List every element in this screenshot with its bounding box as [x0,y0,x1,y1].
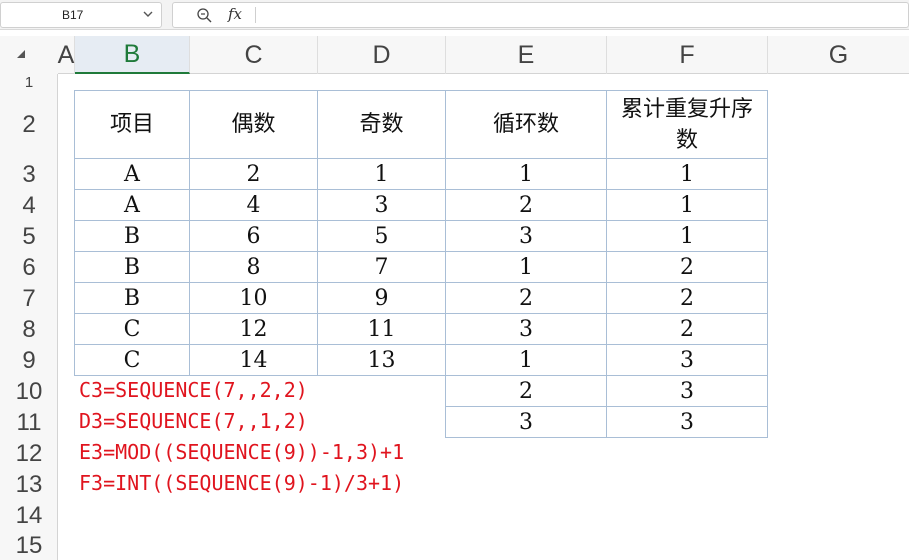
table-cell[interactable]: 4 [190,190,318,221]
row-header-13[interactable]: 13 [0,469,58,500]
header-cell-odd[interactable]: 奇数 [318,91,446,159]
formula-divider [255,7,256,23]
row-header-11[interactable]: 11 [0,407,58,438]
chevron-down-icon[interactable] [143,9,153,19]
table-cell[interactable]: 3 [446,314,607,345]
table-cell[interactable]: 12 [190,314,318,345]
column-header-f[interactable]: F [607,36,768,74]
table-cell[interactable]: 2 [446,190,607,221]
row-header-8[interactable]: 8 [0,314,58,345]
row-header-4[interactable]: 4 [0,190,58,221]
select-all-corner[interactable] [0,36,58,74]
formula-input[interactable] [172,2,909,28]
row-header-9[interactable]: 9 [0,345,58,376]
formula-note-e3[interactable]: E3=MOD((SEQUENCE(9))-1,3)+1 [79,440,404,464]
row-header-1[interactable]: 1 [0,74,58,91]
formula-note-c3[interactable]: C3=SEQUENCE(7,,2,2) [79,378,308,402]
table-cell[interactable]: 11 [318,314,446,345]
table-cell[interactable]: 3 [446,221,607,252]
table-cell[interactable]: B [75,283,190,314]
table-cell[interactable]: A [75,159,190,190]
table-cell[interactable]: 3 [607,345,768,376]
row-header-5[interactable]: 5 [0,221,58,252]
table-cell[interactable]: C [75,345,190,376]
column-header-e[interactable]: E [446,36,607,74]
table-cell[interactable]: 1 [446,252,607,283]
table-cell[interactable]: C [75,314,190,345]
table-cell[interactable]: 1 [607,221,768,252]
table-cell[interactable]: 2 [607,283,768,314]
formula-note-f3[interactable]: F3=INT((SEQUENCE(9)-1)/3+1) [79,471,404,495]
table-cell[interactable]: 10 [190,283,318,314]
table-cell[interactable]: 3 [318,190,446,221]
row-header-12[interactable]: 12 [0,438,58,469]
row-header-7[interactable]: 7 [0,283,58,314]
fx-icon[interactable]: fx [228,5,242,23]
table-cell[interactable]: 3 [607,376,768,407]
table-cell[interactable]: 13 [318,345,446,376]
row-header-10[interactable]: 10 [0,376,58,407]
row-header-14[interactable]: 14 [0,500,58,531]
table-cell[interactable]: 5 [318,221,446,252]
formula-note-d3[interactable]: D3=SEQUENCE(7,,1,2) [79,409,308,433]
select-all-triangle-icon [17,50,25,58]
column-header-g[interactable]: G [768,36,909,74]
header-cell-cumulative[interactable]: 累计重复升序数 [607,91,768,159]
row-header-15[interactable]: 15 [0,531,58,560]
header-cell-item[interactable]: 项目 [75,91,190,159]
row-header-2[interactable]: 2 [0,91,58,159]
header-cell-even[interactable]: 偶数 [190,91,318,159]
table-cell[interactable]: 2 [190,159,318,190]
table-cell[interactable]: 3 [607,407,768,438]
table-cell[interactable]: A [75,190,190,221]
table-cell[interactable]: 8 [190,252,318,283]
table-cell[interactable]: 14 [190,345,318,376]
table-cell[interactable]: 1 [607,190,768,221]
table-cell[interactable]: 2 [607,252,768,283]
column-header-c[interactable]: C [190,36,318,74]
row-header-6[interactable]: 6 [0,252,58,283]
table-cell[interactable]: 2 [446,376,607,407]
header-cell-cycle[interactable]: 循环数 [446,91,607,159]
table-cell[interactable]: 1 [607,159,768,190]
table-cell[interactable]: B [75,221,190,252]
table-cell[interactable]: 2 [446,283,607,314]
table-cell[interactable]: 1 [446,345,607,376]
table-cell[interactable]: 1 [318,159,446,190]
table-cell[interactable]: B [75,252,190,283]
column-header-a[interactable]: A [58,36,75,74]
table-cell[interactable]: 1 [446,159,607,190]
table-cell[interactable]: 3 [446,407,607,438]
table-cell[interactable]: 7 [318,252,446,283]
column-header-d[interactable]: D [318,36,446,74]
table-cell[interactable]: 9 [318,283,446,314]
row-header-3[interactable]: 3 [0,159,58,190]
zoom-icon[interactable] [196,7,212,23]
column-header-b[interactable]: B [75,36,190,74]
table-cell[interactable]: 2 [607,314,768,345]
table-cell[interactable]: 6 [190,221,318,252]
name-box-value: B17 [62,8,84,22]
